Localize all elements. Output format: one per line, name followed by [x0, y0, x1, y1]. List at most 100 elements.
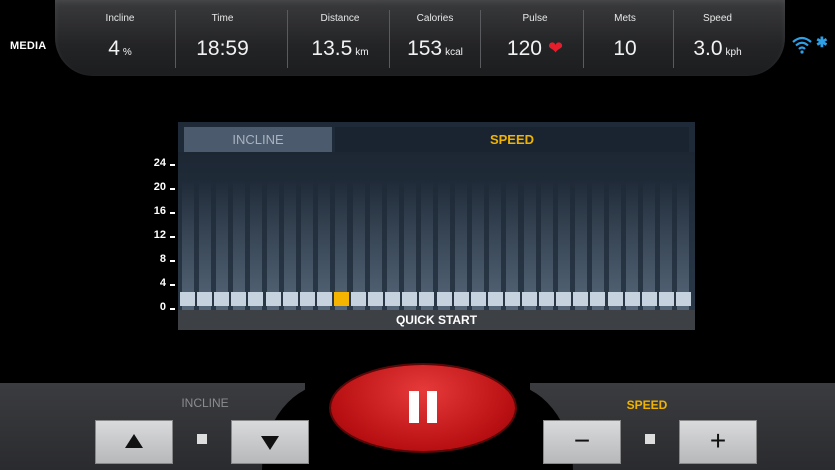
speed-control-label: SPEED [626, 398, 668, 412]
stat-pulse-value: 120 [506, 37, 542, 60]
speed-decrease-button[interactable]: − [543, 420, 621, 464]
stat-distance: Distance 13.5 km [290, 0, 390, 76]
chart-column-glow [489, 180, 502, 310]
chart-column-glow [660, 180, 673, 310]
arrow-up-icon [125, 434, 143, 448]
chart-column-glow [438, 180, 450, 310]
media-button[interactable]: MEDIA [10, 40, 46, 52]
arrow-down-icon [261, 436, 279, 450]
stat-calories-value: 153 [407, 37, 443, 60]
y-tick-label: 24 [153, 157, 166, 169]
chart-bar [590, 292, 606, 306]
stat-mets: Mets 10 [590, 0, 660, 76]
pause-icon-bar [427, 391, 437, 423]
chart-bar [402, 292, 418, 306]
divider [175, 10, 176, 68]
stat-calories: Calories 153 kcal [390, 0, 480, 76]
chart-column-glow [506, 180, 519, 310]
stats-bar: Incline 4% Time 18:59 Distance 13.5 km Ca… [55, 0, 785, 76]
chart-column-glow [455, 180, 468, 310]
chart-column-glow [215, 180, 228, 310]
chart-column-glow [249, 180, 262, 310]
chart-column-glow [369, 180, 382, 310]
chart-bar [436, 292, 452, 306]
chart-column-glow [557, 180, 570, 310]
stat-distance-value: 13.5 [311, 37, 353, 60]
incline-down-button[interactable] [231, 420, 309, 464]
chart-bar [453, 292, 469, 306]
stat-time-label: Time [211, 13, 234, 24]
chart-column-glow [267, 180, 279, 310]
chart-column-glow [523, 180, 536, 310]
bluetooth-icon[interactable]: ✱ [816, 34, 828, 51]
y-tick-label: 12 [153, 229, 166, 241]
chart-bar [624, 292, 640, 306]
chart-bar [231, 292, 247, 306]
pause-icon [409, 391, 419, 423]
chart-bar [539, 292, 555, 306]
chart-column-glow [574, 180, 587, 310]
stat-distance-label: Distance [320, 13, 360, 24]
pause-button[interactable] [331, 365, 515, 451]
y-tick-label: 4 [159, 277, 166, 289]
plus-icon: + [709, 425, 727, 456]
chart-column-glow [181, 180, 194, 310]
incline-up-button[interactable] [95, 420, 173, 464]
y-tick-label: 8 [159, 253, 166, 265]
stat-incline-value: 4 [108, 37, 120, 60]
chart-column-glow [232, 180, 245, 310]
divider [287, 10, 288, 68]
y-tick-label: 20 [153, 181, 166, 193]
divider [480, 10, 481, 68]
chart-bar [368, 292, 384, 306]
y-tick [170, 212, 175, 214]
divider [583, 10, 584, 68]
program-name: QUICK START [178, 310, 695, 330]
incline-indicator [197, 434, 207, 444]
stat-time-value: 18:59 [196, 37, 249, 60]
chart-column-glow [677, 180, 690, 310]
chart-bar [214, 292, 230, 306]
tab-incline[interactable]: INCLINE [184, 127, 332, 152]
chart-bar [282, 292, 298, 306]
stat-speed-label: Speed [703, 13, 732, 24]
stat-distance-unit: km [355, 47, 369, 58]
speed-increase-button[interactable]: + [679, 420, 757, 464]
chart-column-glow [420, 180, 433, 310]
stat-incline-label: Incline [105, 13, 135, 24]
chart-bar [351, 292, 366, 306]
chart-column-glow [318, 180, 331, 310]
stat-incline: Incline 4% [85, 0, 155, 76]
wifi-icon[interactable] [792, 36, 812, 54]
y-tick [170, 260, 175, 262]
stat-mets-value: 10 [613, 37, 637, 60]
chart-column-glow [198, 180, 211, 310]
chart-column-glow [472, 180, 485, 310]
chart-column-glow [540, 180, 553, 310]
y-tick [170, 188, 175, 190]
chart-column-glow [609, 180, 621, 310]
chart-bar [197, 292, 213, 306]
chart-bar [248, 292, 264, 306]
stat-pulse-label: Pulse [522, 13, 548, 24]
stat-calories-unit: kcal [445, 47, 463, 58]
chart-bar [419, 292, 435, 306]
stat-calories-label: Calories [416, 13, 454, 24]
chart-column-glow [386, 180, 399, 310]
chart-bar [180, 292, 195, 306]
stat-incline-unit: % [122, 47, 132, 58]
program-chart-panel: INCLINE SPEED QUICK START [178, 122, 695, 330]
stat-pulse: Pulse 120 ❤ [485, 0, 585, 76]
stat-mets-label: Mets [614, 13, 636, 24]
stat-speed-unit: kph [725, 47, 742, 58]
chart-bar [607, 292, 623, 306]
tab-speed[interactable]: SPEED [335, 127, 689, 152]
y-tick [170, 284, 175, 286]
heart-icon: ❤ [547, 38, 564, 58]
stat-speed: Speed 3.0 kph [675, 0, 760, 76]
chart-area [178, 152, 695, 310]
chart-bar [641, 292, 657, 306]
stat-speed-value: 3.0 [693, 37, 723, 60]
chart-bar [658, 292, 674, 306]
chart-bar-active [333, 292, 349, 306]
